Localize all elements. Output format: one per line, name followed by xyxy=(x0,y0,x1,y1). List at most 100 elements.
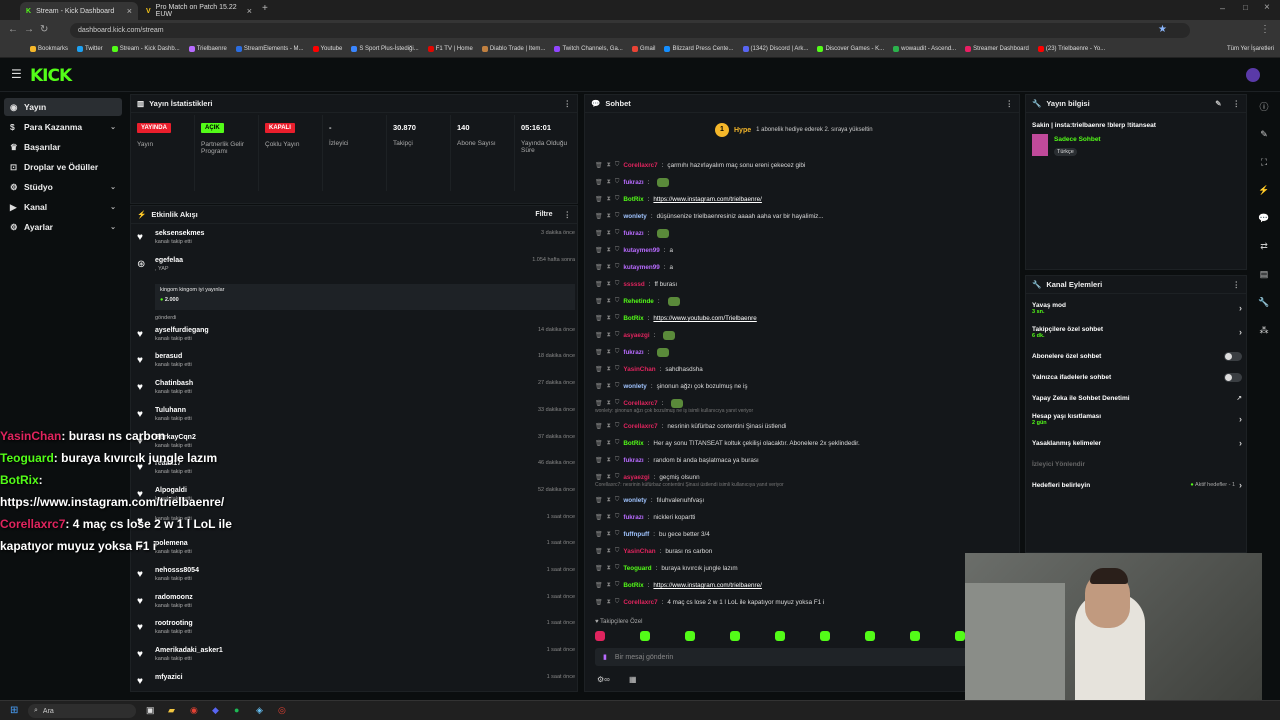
ban-icon[interactable]: ⛉ xyxy=(615,548,620,555)
ban-icon[interactable]: ⛉ xyxy=(615,400,620,407)
ban-icon[interactable]: ⛉ xyxy=(615,196,620,203)
channel-action-item[interactable]: Hesap yaşı kısıtlaması 2 gün › xyxy=(1032,409,1242,429)
delete-icon[interactable]: 🗑 xyxy=(595,531,603,538)
more-icon[interactable]: ⋮ xyxy=(564,99,572,108)
ban-icon[interactable]: ⛉ xyxy=(615,162,620,169)
delete-icon[interactable]: 🗑 xyxy=(595,213,603,220)
chat-username[interactable]: YasinChan xyxy=(623,366,655,373)
edit-icon[interactable]: ✎ xyxy=(1215,99,1221,108)
timeout-icon[interactable]: ⧗ xyxy=(607,162,611,169)
activity-user[interactable]: rootrooting xyxy=(155,620,193,627)
category-name[interactable]: Sadece Sohbet xyxy=(1054,136,1101,143)
bookmark-item[interactable]: Trielbaenre xyxy=(188,46,227,52)
emote-icon[interactable] xyxy=(595,631,605,641)
emote-icon[interactable] xyxy=(685,631,695,641)
bookmark-item[interactable]: Diablo Trade | Item... xyxy=(481,46,545,52)
url-field[interactable]: dashboard.kick.com/stream xyxy=(70,23,1190,38)
channel-action-control[interactable]: ● Aktif hedefler - 1 › xyxy=(1190,480,1242,490)
bookmark-item[interactable]: (1342) Discord | Ark... xyxy=(742,46,808,52)
chat-username[interactable]: wonlety xyxy=(623,383,646,390)
ban-icon[interactable]: ⛉ xyxy=(615,440,620,447)
ban-icon[interactable]: ⛉ xyxy=(615,230,620,237)
delete-icon[interactable]: 🗑 xyxy=(595,474,603,481)
sidebar-item-6[interactable]: ▶ Kanal ⌄ xyxy=(4,198,122,216)
bookmark-item[interactable]: Stream - Kick Dashb... xyxy=(111,46,180,52)
more-icon[interactable]: ⋮ xyxy=(1233,280,1241,289)
chat-text[interactable]: https://www.youtube.com/Trielbaenre xyxy=(653,315,756,322)
calendar-icon[interactable]: ▦ xyxy=(629,675,637,684)
hamburger-menu-icon[interactable]: ☰ xyxy=(11,67,22,81)
delete-icon[interactable]: 🗑 xyxy=(595,400,603,407)
delete-icon[interactable]: 🗑 xyxy=(595,457,603,464)
bookmark-item[interactable]: Twitter xyxy=(77,46,103,52)
delete-icon[interactable]: 🗑 xyxy=(595,315,603,322)
ban-icon[interactable]: ⛉ xyxy=(615,213,620,220)
activity-user[interactable]: egefelaa xyxy=(155,257,183,264)
channel-action-item[interactable]: Yasaklanmış kelimeler › xyxy=(1032,433,1242,453)
channel-action-item[interactable]: Abonelere özel sohbet xyxy=(1032,346,1242,366)
delete-icon[interactable]: 🗑 xyxy=(595,247,603,254)
ban-icon[interactable]: ⛉ xyxy=(615,247,620,254)
delete-icon[interactable]: 🗑 xyxy=(595,264,603,271)
activity-user[interactable]: mfyazici xyxy=(155,674,183,681)
sidebar-item-4[interactable]: ⊡ Droplar ve Ödüller xyxy=(4,158,122,176)
emote-icon[interactable] xyxy=(820,631,830,641)
chat-username[interactable]: BotRix xyxy=(623,196,643,203)
activity-user[interactable]: Amerikadaki_asker1 xyxy=(155,647,223,654)
chat-username[interactable]: wonlety xyxy=(623,213,646,220)
timeout-icon[interactable]: ⧗ xyxy=(607,230,611,237)
timeout-icon[interactable]: ⧗ xyxy=(607,514,611,521)
timeout-icon[interactable]: ⧗ xyxy=(607,474,611,481)
chat-username[interactable]: BotRix xyxy=(623,582,643,589)
timeout-icon[interactable]: ⧗ xyxy=(607,400,611,407)
forward-icon[interactable]: → xyxy=(24,24,34,35)
ban-icon[interactable]: ⛉ xyxy=(615,531,620,538)
new-tab-icon[interactable]: + xyxy=(262,3,268,14)
delete-icon[interactable]: 🗑 xyxy=(595,366,603,373)
delete-icon[interactable]: 🗑 xyxy=(595,383,603,390)
channel-action-item[interactable]: Hedefleri belirleyin ● Aktif hedefler - 1… xyxy=(1032,475,1242,495)
sidebar-item-3[interactable]: ♛ Başarılar xyxy=(4,138,122,156)
bookmark-item[interactable]: Youtube xyxy=(312,46,342,52)
obs-icon[interactable]: ◎ xyxy=(278,705,286,716)
more-icon[interactable]: ⋮ xyxy=(1006,99,1014,108)
avatar[interactable] xyxy=(1246,68,1260,82)
delete-icon[interactable]: 🗑 xyxy=(595,423,603,430)
channel-action-item[interactable]: Yavaş mod 3 sn. › xyxy=(1032,298,1242,318)
timeout-icon[interactable]: ⧗ xyxy=(607,440,611,447)
chat-username[interactable]: asyaezgi xyxy=(623,332,649,339)
ban-icon[interactable]: ⛉ xyxy=(615,298,620,305)
timeout-icon[interactable]: ⧗ xyxy=(607,497,611,504)
ban-icon[interactable]: ⛉ xyxy=(615,599,620,606)
bookmark-item[interactable]: (23) Trielbaenre - Yo... xyxy=(1037,46,1105,52)
timeout-icon[interactable]: ⧗ xyxy=(607,366,611,373)
sidebar-item-2[interactable]: $ Para Kazanma ⌄ xyxy=(4,118,122,136)
bookmark-star-icon[interactable]: ★ xyxy=(1158,24,1167,35)
sidebar-item-5[interactable]: ⚙ Stüdyo ⌄ xyxy=(4,178,122,196)
timeout-icon[interactable]: ⧗ xyxy=(607,332,611,339)
timeout-icon[interactable]: ⧗ xyxy=(607,298,611,305)
ban-icon[interactable]: ⛉ xyxy=(615,383,620,390)
channel-action-control[interactable] xyxy=(1224,351,1242,361)
layout-icon[interactable]: ▤ xyxy=(1254,264,1274,284)
edit-icon[interactable]: ✎ xyxy=(1254,124,1274,144)
delete-icon[interactable]: 🗑 xyxy=(595,548,603,555)
chat-username[interactable]: fukrazı xyxy=(623,457,643,464)
timeout-icon[interactable]: ⧗ xyxy=(607,383,611,390)
chat-username[interactable]: sssssd xyxy=(623,281,644,288)
chat-username[interactable]: kutaymen99 xyxy=(623,247,659,254)
ban-icon[interactable]: ⛉ xyxy=(615,423,620,430)
lightning-icon[interactable]: ⚡ xyxy=(1254,180,1274,200)
delete-icon[interactable]: 🗑 xyxy=(595,332,603,339)
chat-username[interactable]: Rehetinde xyxy=(623,298,653,305)
chat-text[interactable]: https://www.instagram.com/trielbaenre/ xyxy=(653,196,762,203)
delete-icon[interactable]: 🗑 xyxy=(595,298,603,305)
chat-username[interactable]: kutaymen99 xyxy=(623,264,659,271)
bookmark-item[interactable]: S Sport Plus-İstediği... xyxy=(351,46,419,52)
chat-username[interactable]: Corellaxrc7 xyxy=(623,599,657,606)
toggle-switch[interactable] xyxy=(1224,372,1242,382)
chat-input[interactable]: ▮ Bir mesaj gönderin xyxy=(595,648,1011,666)
taskview-icon[interactable]: ▣ xyxy=(146,705,155,716)
chat-bubble-icon[interactable]: 💬 xyxy=(1254,208,1274,228)
chat-username[interactable]: wonlety xyxy=(623,497,646,504)
